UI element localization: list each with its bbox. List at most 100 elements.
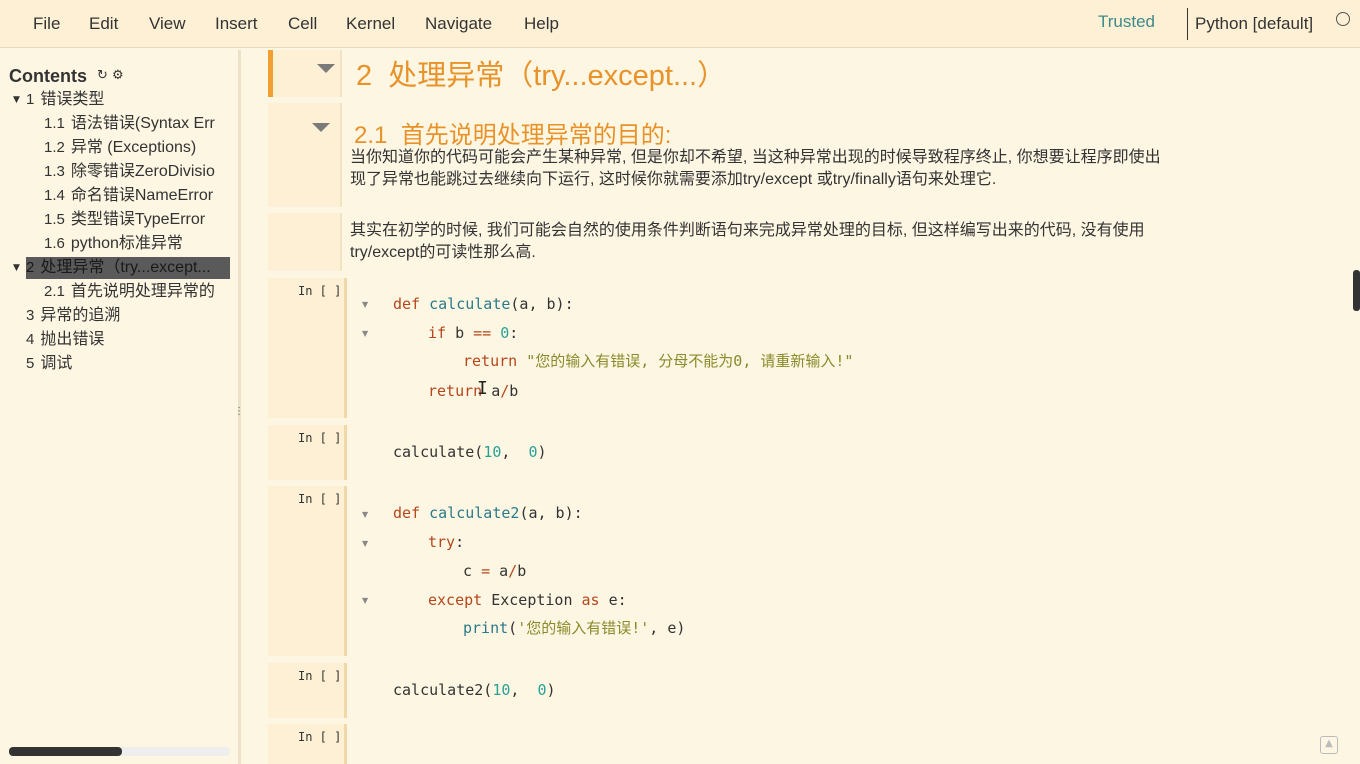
token: == [473, 324, 492, 342]
menu-cell[interactable]: Cell [288, 14, 317, 34]
token: c [463, 562, 482, 580]
fold-arrow-icon[interactable]: ▼ [362, 510, 368, 519]
input-prompt: In [ ]: [298, 730, 349, 744]
toc-num: 2 [26, 259, 35, 276]
toc-item-1-3[interactable]: 1.3 除零错误ZeroDivisio [44, 161, 230, 183]
toc-label: 抛出错误 [40, 331, 105, 348]
code-cell-1[interactable]: In [ ]: ▼ def calculate(a, b): ▼ if b ==… [268, 278, 1238, 418]
code-cell-2[interactable]: In [ ]: calculate(10, 0) [268, 425, 1238, 480]
trusted-indicator[interactable]: Trusted [1098, 12, 1155, 32]
code-line: def calculate2(a, b): [393, 503, 583, 523]
token: calculate( [393, 443, 484, 461]
code-editor[interactable]: ▼ def calculate2(a, b): ▼ try: c = a/b ▼… [344, 486, 1238, 656]
toc-label: 语法错误(Syntax Err [70, 115, 215, 132]
toc-num: 5 [26, 355, 35, 372]
code-cell-5[interactable]: In [ ]: [268, 724, 1238, 764]
sidebar-resize-handle[interactable]: ⋮ [234, 406, 244, 417]
menu-insert[interactable]: Insert [215, 14, 258, 34]
toc-item-5[interactable]: 5 调试 [26, 353, 230, 375]
scroll-to-top-icon[interactable]: ▲ [1320, 736, 1338, 754]
token: b [509, 382, 519, 400]
toc-sidebar: Contents ↻ ⚙ ▼ 1 错误类型 1.1 语法错误(Syntax Err … [0, 50, 244, 764]
token: ( [508, 619, 518, 637]
code-editor[interactable] [344, 724, 1238, 764]
token: calculate2( [393, 681, 493, 699]
toc-item-2-1[interactable]: 2.1 首先说明处理异常的 [44, 281, 230, 303]
token: 10 [492, 681, 511, 699]
markdown-area: 其实在初学的时候, 我们可能会自然的使用条件判断语句来完成异常处理的目标, 但这… [340, 213, 1238, 271]
menu-kernel[interactable]: Kernel [346, 14, 395, 34]
code-line: c = a/b [463, 561, 526, 581]
toc-label: 首先说明处理异常的 [70, 283, 215, 300]
markdown-cell-h2[interactable]: 2.1 首先说明处理异常的目的: 当你知道你的代码可能会产生某种异常, 但是你却… [268, 103, 1238, 207]
toc-label: 异常的追溯 [40, 307, 121, 324]
code-editor[interactable]: calculate2(10, 0) [344, 663, 1238, 718]
toc-item-3[interactable]: 3 异常的追溯 [26, 305, 230, 327]
kernel-name[interactable]: Python [default] [1195, 14, 1313, 34]
token: , e) [649, 619, 686, 637]
toc-label: 错误类型 [40, 91, 105, 108]
input-prompt: In [ ]: [298, 492, 349, 506]
toc-item-1-6[interactable]: 1.6 python标准异常 [44, 233, 230, 255]
token: calculate [429, 295, 511, 313]
code-line: try: [428, 532, 464, 552]
code-line: calculate(10, 0) [393, 442, 547, 462]
token: as [581, 591, 600, 609]
fold-arrow-icon[interactable]: ▼ [362, 539, 368, 548]
toc-scroll-thumb[interactable] [9, 747, 122, 756]
toc-caret-down-icon[interactable]: ▼ [13, 95, 20, 105]
toc-item-1[interactable]: 1 错误类型 [26, 89, 230, 111]
heading-1: 2 处理异常（try...except...） [356, 52, 726, 94]
code-editor[interactable]: calculate(10, 0) [344, 425, 1238, 480]
toc-caret-down-icon[interactable]: ▼ [13, 263, 20, 273]
markdown-cell-h1[interactable]: 2 处理异常（try...except...） [268, 50, 1238, 97]
token: return [428, 382, 483, 400]
text-cursor-icon: I [477, 378, 488, 399]
token: = [481, 562, 491, 580]
kernel-idle-icon [1336, 12, 1350, 26]
toc-num: 1.4 [44, 187, 65, 204]
token: b [517, 562, 527, 580]
fold-arrow-icon[interactable]: ▼ [362, 300, 368, 309]
toc-item-1-5[interactable]: 1.5 类型错误TypeError [44, 209, 230, 231]
token: ) [537, 443, 547, 461]
token: : [455, 533, 465, 551]
token: try [428, 533, 456, 551]
collapse-caret-icon[interactable] [317, 64, 335, 73]
paragraph-text: 现了异常也能跳过去继续向下运行, 这时候你就需要添加try/except 或tr… [350, 171, 997, 188]
menu-edit[interactable]: Edit [89, 14, 118, 34]
markdown-cell-paragraph[interactable]: 其实在初学的时候, 我们可能会自然的使用条件判断语句来完成异常处理的目标, 但这… [268, 213, 1238, 271]
toc-num: 1.3 [44, 163, 65, 180]
heading-2: 2.1 首先说明处理异常的目的: [354, 115, 671, 150]
toc-item-2[interactable]: 2 处理异常（try...except... [26, 257, 230, 279]
menu-help[interactable]: Help [524, 14, 559, 34]
code-cell-4[interactable]: In [ ]: calculate2(10, 0) [268, 663, 1238, 718]
token: def [393, 295, 421, 313]
menu-view[interactable]: View [149, 14, 186, 34]
collapse-caret-icon[interactable] [312, 123, 330, 132]
input-prompt: In [ ]: [298, 431, 349, 445]
code-cell-3[interactable]: In [ ]: ▼ def calculate2(a, b): ▼ try: c… [268, 486, 1238, 656]
code-line: except Exception as e: [428, 590, 627, 610]
paragraph-text: 其实在初学的时候, 我们可能会自然的使用条件判断语句来完成异常处理的目标, 但这… [350, 222, 1145, 239]
toc-item-1-2[interactable]: 1.2 异常 (Exceptions) [44, 137, 230, 159]
code-line: return a/b [428, 381, 518, 401]
token: / [500, 382, 510, 400]
fold-arrow-icon[interactable]: ▼ [362, 329, 368, 338]
input-prompt: In [ ]: [298, 284, 349, 298]
token: (a, b): [519, 504, 583, 522]
menu-navigate[interactable]: Navigate [425, 14, 492, 34]
token: e: [599, 591, 627, 609]
toc-item-1-4[interactable]: 1.4 命名错误NameError [44, 185, 230, 207]
fold-arrow-icon[interactable]: ▼ [362, 596, 368, 605]
toc-refresh-settings-icon[interactable]: ↻ ⚙ [97, 68, 124, 83]
menu-file[interactable]: File [33, 14, 60, 34]
heading-num: 2.1 [354, 122, 388, 149]
heading-title: 处理异常（try...except...） [388, 60, 727, 92]
toc-num: 4 [26, 331, 35, 348]
toc-item-4[interactable]: 4 抛出错误 [26, 329, 230, 351]
heading-title: 首先说明处理异常的目的: [400, 122, 672, 149]
toc-item-1-1[interactable]: 1.1 语法错误(Syntax Err [44, 113, 230, 135]
notebook-scrollbar-thumb[interactable] [1353, 270, 1360, 311]
token: b [446, 324, 474, 342]
